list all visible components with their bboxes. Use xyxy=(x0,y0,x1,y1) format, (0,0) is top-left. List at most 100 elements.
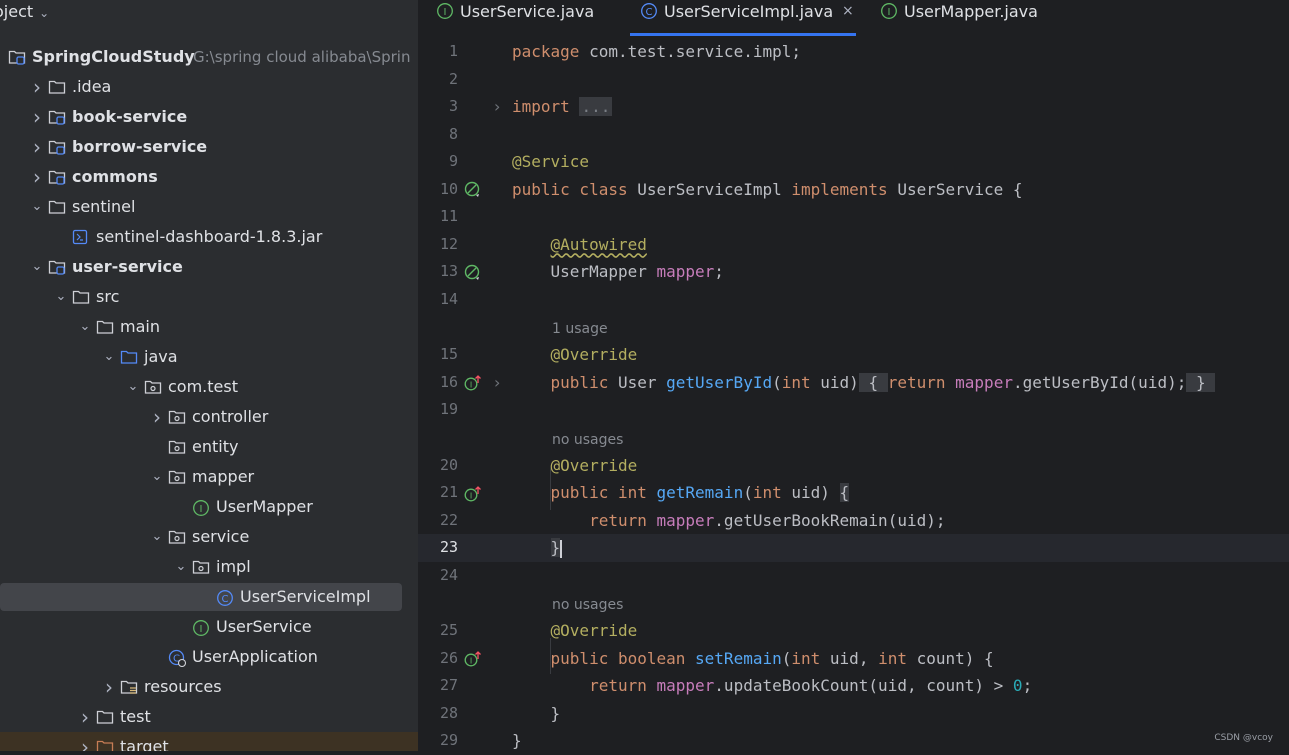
chevron-down-icon[interactable]: ⌄ xyxy=(39,1,49,25)
usage-hint-label[interactable]: no usages xyxy=(552,591,623,619)
fold-chevron-icon[interactable]: › xyxy=(494,93,500,121)
code-text[interactable]: UserMapper mapper; xyxy=(512,258,724,286)
chevron-down-icon[interactable]: ⌄ xyxy=(174,552,188,582)
code-text[interactable]: return mapper.getUserBookRemain(uid); xyxy=(512,507,945,535)
tab-usermapper-java[interactable]: I UserMapper.java xyxy=(870,0,1060,36)
tree-item-controller[interactable]: › controller xyxy=(0,402,418,432)
tree-item-sentinel-dashboard-1-8-3-jar[interactable]: sentinel-dashboard-1.8.3.jar xyxy=(0,222,418,252)
tree-item-test[interactable]: › test xyxy=(0,702,418,732)
tree-item-service[interactable]: ⌄ service xyxy=(0,522,418,552)
tree-item-com-test[interactable]: ⌄ com.test xyxy=(0,372,418,402)
code-text[interactable]: @Override xyxy=(512,452,638,480)
code-text[interactable]: @Override xyxy=(512,341,638,369)
code-text[interactable]: return mapper.updateBookCount(uid, count… xyxy=(512,672,1032,700)
usage-hint-label[interactable]: no usages xyxy=(552,426,623,454)
chevron-down-icon[interactable]: ⌄ xyxy=(54,282,68,312)
code-line[interactable]: 25 @Override xyxy=(418,617,1289,645)
spring-bean-gutter-icon[interactable] xyxy=(464,263,482,281)
code-text[interactable]: public int getRemain(int uid) { xyxy=(512,479,850,507)
code-line[interactable]: 19 xyxy=(418,396,1289,424)
code-text[interactable]: public boolean setRemain(int uid, int co… xyxy=(512,645,994,673)
implements-method-gutter-icon[interactable]: I xyxy=(464,484,482,502)
tree-item-resources[interactable]: › resources xyxy=(0,672,418,702)
chevron-right-icon[interactable]: › xyxy=(78,702,92,732)
chevron-right-icon[interactable]: › xyxy=(30,132,44,162)
code-text[interactable]: public User getUserById(int uid) { retur… xyxy=(512,369,1216,397)
code-line[interactable]: 1 package com.test.service.impl; xyxy=(418,38,1289,66)
code-line[interactable]: 22 return mapper.getUserBookRemain(uid); xyxy=(418,507,1289,535)
code-line[interactable]: 24 xyxy=(418,562,1289,590)
tree-item-commons[interactable]: › commons xyxy=(0,162,418,192)
code-text[interactable]: @Autowired xyxy=(512,231,647,259)
tree-item-springcloudstudy[interactable]: SpringCloudStudy G:\spring cloud alibaba\… xyxy=(0,42,418,72)
tree-item-userserviceimpl[interactable]: C UserServiceImpl xyxy=(0,582,418,612)
code-line[interactable]: 23 } xyxy=(418,534,1289,562)
tree-item-book-service[interactable]: › book-service xyxy=(0,102,418,132)
code-text[interactable]: } xyxy=(512,700,561,728)
tree-item-usermapper[interactable]: I UserMapper xyxy=(0,492,418,522)
code-text[interactable]: public class UserServiceImpl implements … xyxy=(512,176,1023,204)
tree-item-main[interactable]: ⌄ main xyxy=(0,312,418,342)
code-line[interactable]: 2 xyxy=(418,66,1289,94)
chevron-down-icon[interactable]: ⌄ xyxy=(126,372,140,402)
code-line[interactable]: 8 xyxy=(418,121,1289,149)
chevron-right-icon[interactable]: › xyxy=(102,672,116,702)
code-text[interactable]: import ... xyxy=(512,93,613,121)
code-line[interactable]: 12 @Autowired xyxy=(418,231,1289,259)
code-line[interactable]: 20 @Override xyxy=(418,452,1289,480)
tree-item-userservice[interactable]: I UserService xyxy=(0,612,418,642)
code-text[interactable]: package com.test.service.impl; xyxy=(512,38,801,66)
code-line[interactable]: 10 public class UserServiceImpl implement… xyxy=(418,176,1289,204)
chevron-right-icon[interactable]: › xyxy=(30,72,44,102)
chevron-down-icon[interactable]: ⌄ xyxy=(30,252,44,282)
chevron-right-icon[interactable]: › xyxy=(30,102,44,132)
chevron-down-icon[interactable]: ⌄ xyxy=(78,312,92,342)
chevron-right-icon[interactable]: › xyxy=(78,732,92,751)
chevron-down-icon[interactable]: ⌄ xyxy=(102,342,116,372)
tree-item-idea[interactable]: › .idea xyxy=(0,72,418,102)
close-tab-icon[interactable]: × xyxy=(842,0,854,22)
code-line[interactable]: 21 I public int getRemain(int uid) { xyxy=(418,479,1289,507)
tree-item-java[interactable]: ⌄ java xyxy=(0,342,418,372)
fold-chevron-icon[interactable]: › xyxy=(494,369,500,397)
code-editor[interactable]: 1 package com.test.service.impl; 2 3 › import… xyxy=(418,36,1289,751)
usage-hint[interactable]: no usages xyxy=(418,424,1289,452)
tab-userservice-java[interactable]: I UserService.java xyxy=(426,0,616,36)
tree-item-entity[interactable]: entity xyxy=(0,432,418,462)
chevron-right-icon[interactable]: › xyxy=(150,402,164,432)
tree-item-src[interactable]: ⌄ src xyxy=(0,282,418,312)
chevron-down-icon[interactable]: ⌄ xyxy=(150,522,164,552)
code-line[interactable]: 11 xyxy=(418,203,1289,231)
code-line[interactable]: 13 UserMapper mapper; xyxy=(418,258,1289,286)
chevron-down-icon[interactable]: ⌄ xyxy=(150,462,164,492)
spring-bean-gutter-icon[interactable] xyxy=(464,180,482,198)
tree-item-mapper[interactable]: ⌄ mapper xyxy=(0,462,418,492)
code-line[interactable]: 14 xyxy=(418,286,1289,314)
implements-method-gutter-icon[interactable]: I xyxy=(464,649,482,667)
code-text[interactable]: } xyxy=(512,727,522,755)
implements-method-gutter-icon[interactable]: I xyxy=(464,373,482,391)
chevron-down-icon[interactable]: ⌄ xyxy=(30,192,44,222)
code-line[interactable]: 9 @Service xyxy=(418,148,1289,176)
tree-item-borrow-service[interactable]: › borrow-service xyxy=(0,132,418,162)
code-line[interactable]: 3 › import ... xyxy=(418,93,1289,121)
usage-hint-label[interactable]: 1 usage xyxy=(552,315,608,343)
tree-item-target[interactable]: › target xyxy=(0,732,418,751)
code-text[interactable]: @Override xyxy=(512,617,638,645)
code-line[interactable]: 26 I public boolean setRemain(int uid, in… xyxy=(418,645,1289,673)
tree-item-sentinel[interactable]: ⌄ sentinel xyxy=(0,192,418,222)
code-line[interactable]: 15 @Override xyxy=(418,341,1289,369)
tree-item-userapplication[interactable]: C UserApplication xyxy=(0,642,418,672)
code-line[interactable]: 16 I › public User getUserById(int uid) { … xyxy=(418,369,1289,397)
tab-userserviceimpl-java[interactable]: C UserServiceImpl.java × xyxy=(630,0,874,36)
usage-hint[interactable]: no usages xyxy=(418,589,1289,617)
code-line[interactable]: 27 return mapper.updateBookCount(uid, co… xyxy=(418,672,1289,700)
tree-item-user-service[interactable]: ⌄ user-service xyxy=(0,252,418,282)
tree-item-impl[interactable]: ⌄ impl xyxy=(0,552,418,582)
code-line[interactable]: 29} xyxy=(418,727,1289,755)
code-text[interactable]: @Service xyxy=(512,148,589,176)
project-panel-title[interactable]: oject ⌄ xyxy=(0,0,49,24)
code-text[interactable]: } xyxy=(512,534,563,562)
code-line[interactable]: 28 } xyxy=(418,700,1289,728)
usage-hint[interactable]: 1 usage xyxy=(418,313,1289,341)
